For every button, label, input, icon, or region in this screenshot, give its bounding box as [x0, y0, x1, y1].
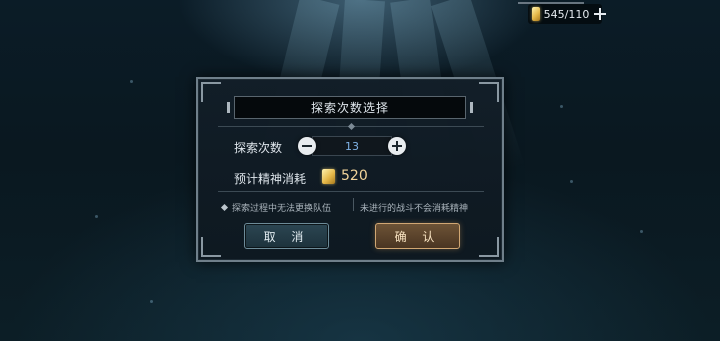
- currency-value: 545/110: [543, 7, 590, 21]
- dialog-title: 探索次数选择: [227, 96, 473, 119]
- particle: [570, 180, 573, 183]
- cancel-button[interactable]: 取 消: [244, 223, 329, 249]
- cost-label: 预计精神消耗: [234, 172, 307, 186]
- currency-bar: 545/110: [518, 2, 606, 24]
- note-left-text: 探索过程中无法更换队伍: [232, 204, 332, 214]
- count-label: 探索次数: [234, 141, 283, 155]
- particle: [130, 80, 133, 83]
- add-currency-button[interactable]: [594, 8, 606, 20]
- cost-display: 520: [322, 168, 368, 184]
- corner-ornament: [479, 237, 499, 257]
- note-right: 未进行的战斗不会消耗精神: [360, 204, 469, 214]
- particle: [95, 215, 98, 218]
- corner-ornament: [479, 82, 499, 102]
- count-stepper[interactable]: 13: [298, 136, 406, 156]
- increase-button[interactable]: [388, 137, 406, 155]
- gold-coin-icon: [532, 7, 540, 21]
- divider-dot: [347, 122, 356, 131]
- particle: [150, 300, 153, 303]
- decrease-button[interactable]: [298, 137, 316, 155]
- explore-count-dialog: 探索次数选择 探索次数 13 预计精神消耗 520 探索过程中无法更换队伍 未进…: [196, 77, 504, 262]
- count-value: 13: [312, 136, 392, 156]
- confirm-button[interactable]: 确 认: [375, 223, 460, 249]
- note-separator: [353, 198, 354, 211]
- corner-ornament: [201, 237, 221, 257]
- currency-bar-line: [518, 2, 584, 4]
- note-left: 探索过程中无法更换队伍: [220, 201, 332, 214]
- corner-ornament: [201, 82, 221, 102]
- dialog-title-text: 探索次数选择: [310, 101, 389, 115]
- particle: [640, 230, 643, 233]
- cost-value: 520: [341, 168, 368, 184]
- particle: [560, 105, 563, 108]
- diamond-icon: [220, 203, 229, 212]
- gold-coin-icon: [322, 168, 335, 184]
- divider: [218, 191, 484, 192]
- divider: [218, 122, 484, 131]
